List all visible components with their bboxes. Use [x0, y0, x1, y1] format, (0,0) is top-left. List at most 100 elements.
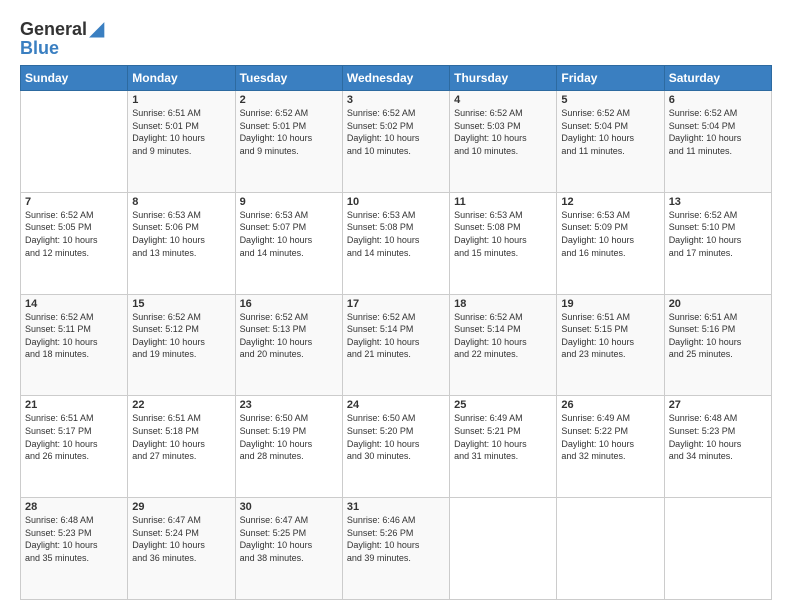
day-info: Sunrise: 6:47 AMSunset: 5:25 PMDaylight:…: [240, 514, 338, 564]
day-info: Sunrise: 6:51 AMSunset: 5:17 PMDaylight:…: [25, 412, 123, 462]
calendar-cell: 16Sunrise: 6:52 AMSunset: 5:13 PMDayligh…: [235, 294, 342, 396]
day-number: 15: [132, 298, 230, 310]
day-number: 7: [25, 196, 123, 208]
calendar-cell: 11Sunrise: 6:53 AMSunset: 5:08 PMDayligh…: [450, 192, 557, 294]
calendar-cell: 13Sunrise: 6:52 AMSunset: 5:10 PMDayligh…: [664, 192, 771, 294]
day-info: Sunrise: 6:48 AMSunset: 5:23 PMDaylight:…: [669, 412, 767, 462]
day-info: Sunrise: 6:51 AMSunset: 5:15 PMDaylight:…: [561, 311, 659, 361]
calendar-cell: 17Sunrise: 6:52 AMSunset: 5:14 PMDayligh…: [342, 294, 449, 396]
calendar-cell: 26Sunrise: 6:49 AMSunset: 5:22 PMDayligh…: [557, 396, 664, 498]
day-number: 31: [347, 501, 445, 513]
day-number: 30: [240, 501, 338, 513]
weekday-header: Saturday: [664, 66, 771, 91]
day-number: 25: [454, 399, 552, 411]
calendar-cell: [557, 498, 664, 600]
day-info: Sunrise: 6:52 AMSunset: 5:13 PMDaylight:…: [240, 311, 338, 361]
day-number: 17: [347, 298, 445, 310]
calendar-cell: 9Sunrise: 6:53 AMSunset: 5:07 PMDaylight…: [235, 192, 342, 294]
day-info: Sunrise: 6:47 AMSunset: 5:24 PMDaylight:…: [132, 514, 230, 564]
day-number: 14: [25, 298, 123, 310]
day-info: Sunrise: 6:52 AMSunset: 5:12 PMDaylight:…: [132, 311, 230, 361]
day-info: Sunrise: 6:52 AMSunset: 5:04 PMDaylight:…: [561, 107, 659, 157]
calendar-cell: 8Sunrise: 6:53 AMSunset: 5:06 PMDaylight…: [128, 192, 235, 294]
day-info: Sunrise: 6:52 AMSunset: 5:14 PMDaylight:…: [454, 311, 552, 361]
day-number: 18: [454, 298, 552, 310]
day-info: Sunrise: 6:53 AMSunset: 5:08 PMDaylight:…: [454, 209, 552, 259]
day-info: Sunrise: 6:53 AMSunset: 5:07 PMDaylight:…: [240, 209, 338, 259]
logo: General ◢ Blue: [20, 16, 104, 57]
day-info: Sunrise: 6:53 AMSunset: 5:06 PMDaylight:…: [132, 209, 230, 259]
day-number: 9: [240, 196, 338, 208]
day-info: Sunrise: 6:49 AMSunset: 5:21 PMDaylight:…: [454, 412, 552, 462]
day-info: Sunrise: 6:52 AMSunset: 5:04 PMDaylight:…: [669, 107, 767, 157]
calendar-cell: 7Sunrise: 6:52 AMSunset: 5:05 PMDaylight…: [21, 192, 128, 294]
calendar-cell: 19Sunrise: 6:51 AMSunset: 5:15 PMDayligh…: [557, 294, 664, 396]
calendar-cell: [450, 498, 557, 600]
day-info: Sunrise: 6:53 AMSunset: 5:09 PMDaylight:…: [561, 209, 659, 259]
day-number: 28: [25, 501, 123, 513]
day-number: 11: [454, 196, 552, 208]
day-info: Sunrise: 6:52 AMSunset: 5:10 PMDaylight:…: [669, 209, 767, 259]
day-number: 10: [347, 196, 445, 208]
calendar-cell: 18Sunrise: 6:52 AMSunset: 5:14 PMDayligh…: [450, 294, 557, 396]
day-info: Sunrise: 6:48 AMSunset: 5:23 PMDaylight:…: [25, 514, 123, 564]
day-info: Sunrise: 6:51 AMSunset: 5:18 PMDaylight:…: [132, 412, 230, 462]
day-info: Sunrise: 6:52 AMSunset: 5:05 PMDaylight:…: [25, 209, 123, 259]
day-info: Sunrise: 6:50 AMSunset: 5:20 PMDaylight:…: [347, 412, 445, 462]
day-info: Sunrise: 6:49 AMSunset: 5:22 PMDaylight:…: [561, 412, 659, 462]
calendar-cell: 14Sunrise: 6:52 AMSunset: 5:11 PMDayligh…: [21, 294, 128, 396]
page-header: General ◢ Blue: [20, 16, 772, 57]
day-info: Sunrise: 6:51 AMSunset: 5:01 PMDaylight:…: [132, 107, 230, 157]
day-number: 8: [132, 196, 230, 208]
calendar-cell: 23Sunrise: 6:50 AMSunset: 5:19 PMDayligh…: [235, 396, 342, 498]
weekday-header: Sunday: [21, 66, 128, 91]
day-number: 5: [561, 94, 659, 106]
calendar-cell: 27Sunrise: 6:48 AMSunset: 5:23 PMDayligh…: [664, 396, 771, 498]
day-info: Sunrise: 6:52 AMSunset: 5:03 PMDaylight:…: [454, 107, 552, 157]
day-number: 22: [132, 399, 230, 411]
calendar-cell: 21Sunrise: 6:51 AMSunset: 5:17 PMDayligh…: [21, 396, 128, 498]
calendar-cell: [664, 498, 771, 600]
calendar-cell: 10Sunrise: 6:53 AMSunset: 5:08 PMDayligh…: [342, 192, 449, 294]
day-number: 13: [669, 196, 767, 208]
day-info: Sunrise: 6:46 AMSunset: 5:26 PMDaylight:…: [347, 514, 445, 564]
day-info: Sunrise: 6:52 AMSunset: 5:14 PMDaylight:…: [347, 311, 445, 361]
day-number: 16: [240, 298, 338, 310]
day-number: 21: [25, 399, 123, 411]
day-number: 24: [347, 399, 445, 411]
day-info: Sunrise: 6:50 AMSunset: 5:19 PMDaylight:…: [240, 412, 338, 462]
day-number: 29: [132, 501, 230, 513]
day-number: 1: [132, 94, 230, 106]
calendar-cell: 1Sunrise: 6:51 AMSunset: 5:01 PMDaylight…: [128, 91, 235, 193]
day-info: Sunrise: 6:52 AMSunset: 5:11 PMDaylight:…: [25, 311, 123, 361]
calendar-cell: 20Sunrise: 6:51 AMSunset: 5:16 PMDayligh…: [664, 294, 771, 396]
weekday-header: Wednesday: [342, 66, 449, 91]
day-number: 26: [561, 399, 659, 411]
weekday-header: Friday: [557, 66, 664, 91]
calendar-cell: [21, 91, 128, 193]
calendar-cell: 31Sunrise: 6:46 AMSunset: 5:26 PMDayligh…: [342, 498, 449, 600]
day-number: 27: [669, 399, 767, 411]
calendar-cell: 22Sunrise: 6:51 AMSunset: 5:18 PMDayligh…: [128, 396, 235, 498]
calendar-cell: 12Sunrise: 6:53 AMSunset: 5:09 PMDayligh…: [557, 192, 664, 294]
day-number: 6: [669, 94, 767, 106]
calendar-cell: 5Sunrise: 6:52 AMSunset: 5:04 PMDaylight…: [557, 91, 664, 193]
day-number: 20: [669, 298, 767, 310]
day-number: 4: [454, 94, 552, 106]
calendar-cell: 2Sunrise: 6:52 AMSunset: 5:01 PMDaylight…: [235, 91, 342, 193]
day-number: 3: [347, 94, 445, 106]
weekday-header: Monday: [128, 66, 235, 91]
calendar-cell: 4Sunrise: 6:52 AMSunset: 5:03 PMDaylight…: [450, 91, 557, 193]
weekday-header: Thursday: [450, 66, 557, 91]
calendar-cell: 15Sunrise: 6:52 AMSunset: 5:12 PMDayligh…: [128, 294, 235, 396]
calendar-cell: 28Sunrise: 6:48 AMSunset: 5:23 PMDayligh…: [21, 498, 128, 600]
day-info: Sunrise: 6:52 AMSunset: 5:02 PMDaylight:…: [347, 107, 445, 157]
day-info: Sunrise: 6:52 AMSunset: 5:01 PMDaylight:…: [240, 107, 338, 157]
calendar-cell: 24Sunrise: 6:50 AMSunset: 5:20 PMDayligh…: [342, 396, 449, 498]
weekday-header: Tuesday: [235, 66, 342, 91]
day-number: 19: [561, 298, 659, 310]
calendar-cell: 30Sunrise: 6:47 AMSunset: 5:25 PMDayligh…: [235, 498, 342, 600]
calendar-table: SundayMondayTuesdayWednesdayThursdayFrid…: [20, 65, 772, 600]
calendar-cell: 3Sunrise: 6:52 AMSunset: 5:02 PMDaylight…: [342, 91, 449, 193]
day-info: Sunrise: 6:53 AMSunset: 5:08 PMDaylight:…: [347, 209, 445, 259]
